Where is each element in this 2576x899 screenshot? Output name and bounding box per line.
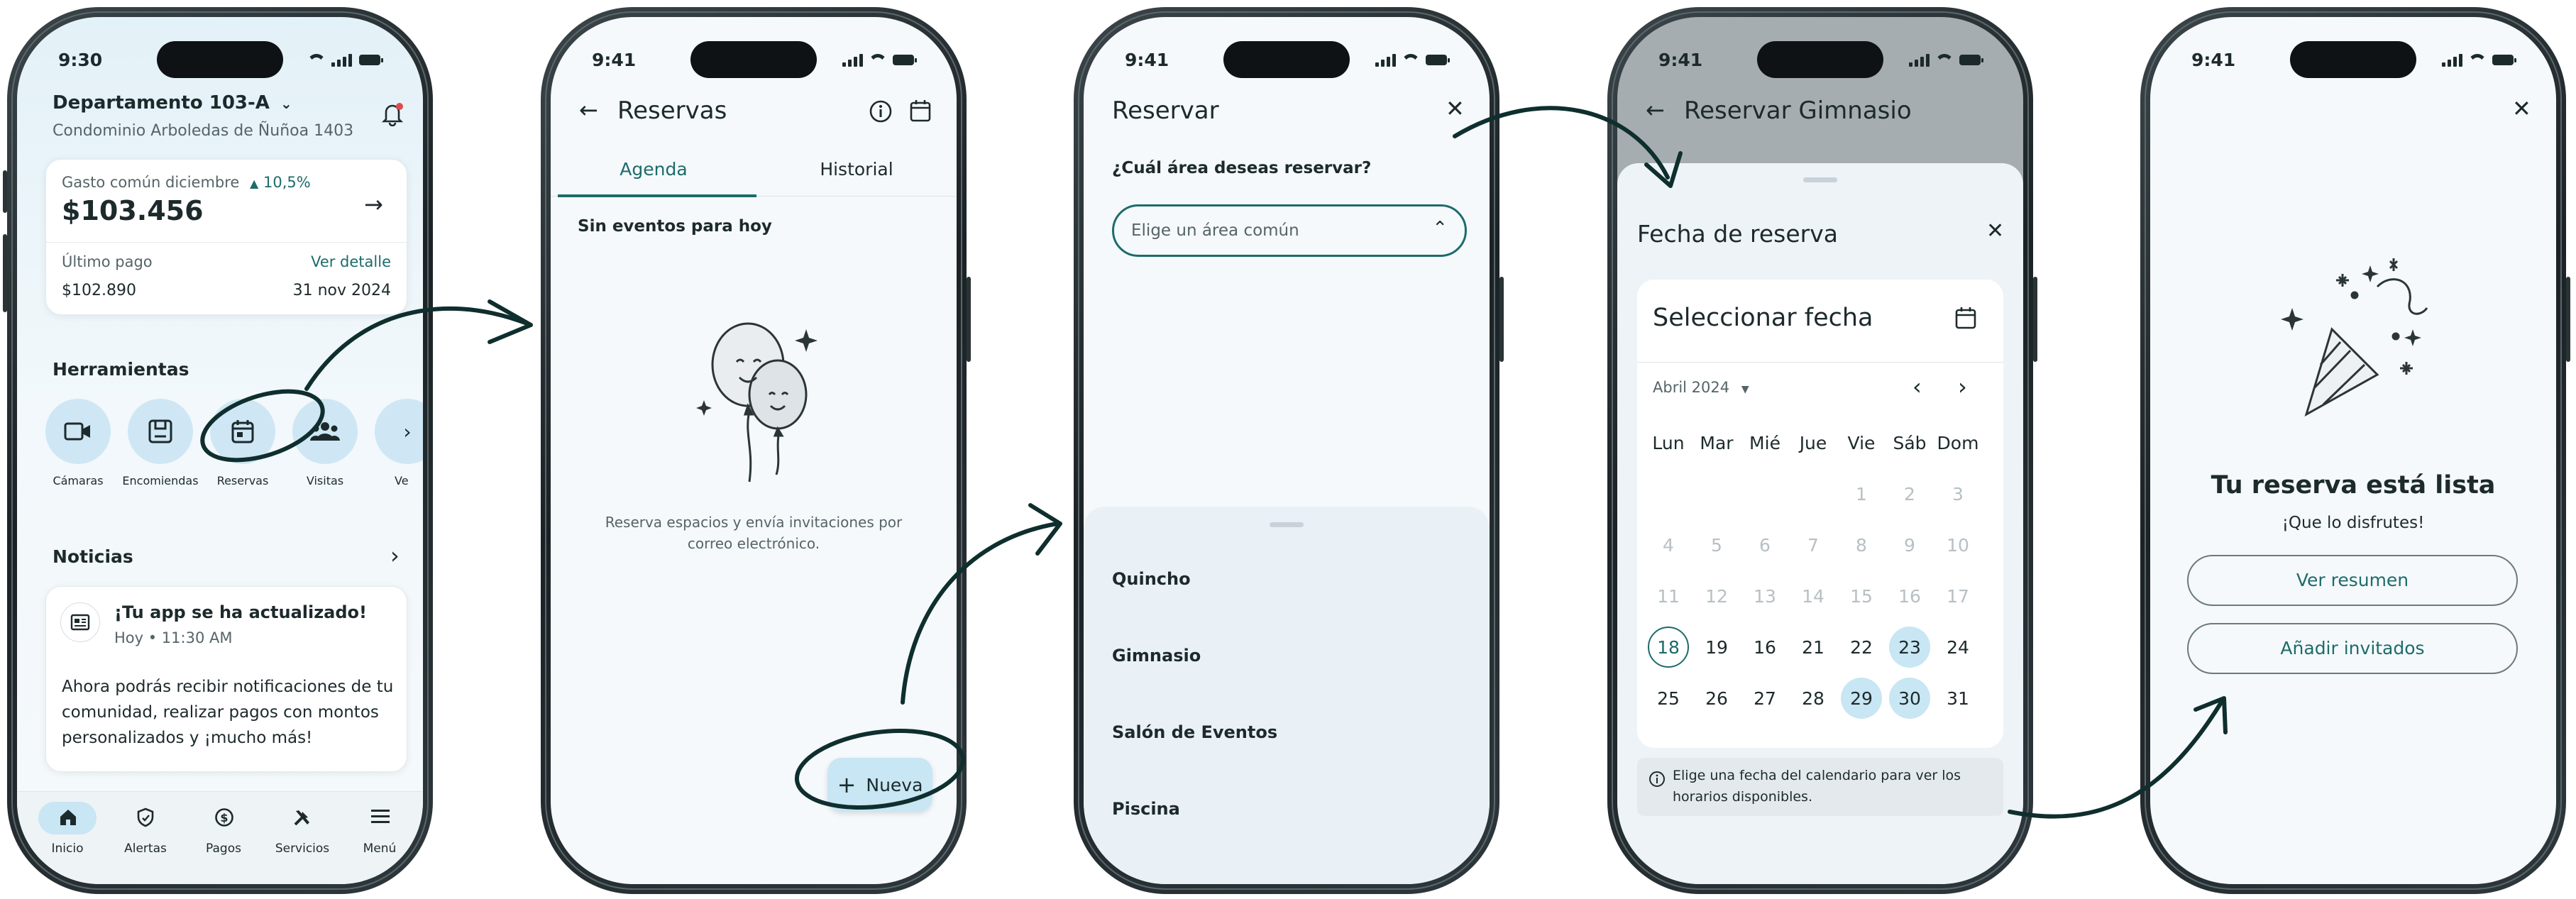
arrow-to-reservar	[901, 522, 1059, 705]
arrow-to-reservas	[304, 306, 527, 391]
arrow-to-gimnasio	[1453, 106, 1670, 180]
arrowhead	[488, 299, 533, 344]
highlight-circle-reservas	[200, 389, 325, 463]
flow-annotations	[200, 106, 2228, 819]
highlight-circle-nueva	[794, 728, 966, 810]
arrow-to-confirmacion	[2008, 700, 2223, 819]
